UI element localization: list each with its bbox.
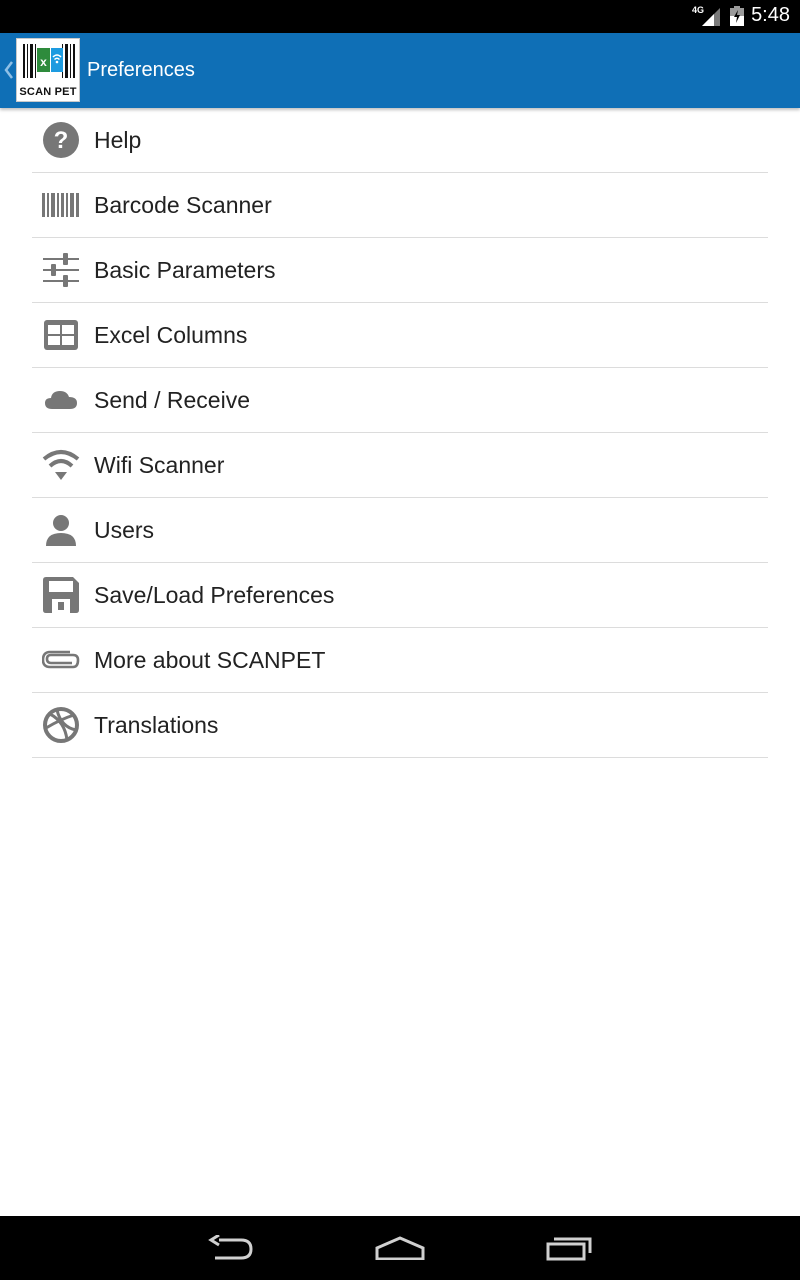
app-logo[interactable]: x SCAN PET	[16, 38, 80, 102]
battery-icon	[730, 6, 744, 26]
sliders-icon	[42, 252, 80, 288]
paperclip-icon	[42, 642, 80, 678]
cloud-icon	[42, 382, 80, 418]
page-title: Preferences	[87, 59, 195, 81]
back-icon[interactable]	[200, 1228, 260, 1268]
up-caret-icon[interactable]	[4, 59, 14, 81]
pref-item-label: Translations	[94, 712, 219, 738]
user-icon	[42, 512, 80, 548]
app-logo-text: SCAN PET	[19, 86, 77, 98]
pref-item-label: Send / Receive	[94, 387, 250, 413]
pref-item-label: Help	[94, 127, 142, 153]
app-logo-graphic: x	[23, 44, 75, 78]
pref-item-label: Save/Load Preferences	[94, 582, 335, 608]
wifi-icon	[42, 447, 80, 483]
pref-item-label: Basic Parameters	[94, 257, 276, 283]
pref-item-wifi-scanner[interactable]: Wifi Scanner	[32, 433, 768, 498]
pref-item-label: Barcode Scanner	[94, 192, 272, 218]
status-bar: 4G 5:48	[0, 0, 800, 33]
preferences-list: ? Help Barcode Scanner Basic Parameters …	[32, 108, 768, 758]
pref-item-basic-parameters[interactable]: Basic Parameters	[32, 238, 768, 303]
pref-item-help[interactable]: ? Help	[32, 108, 768, 173]
globe-ball-icon	[42, 707, 80, 743]
signal-icon	[702, 8, 720, 26]
pref-item-label: More about SCANPET	[94, 647, 326, 673]
pref-item-label: Wifi Scanner	[94, 452, 225, 478]
pref-item-users[interactable]: Users	[32, 498, 768, 563]
pref-item-excel-columns[interactable]: Excel Columns	[32, 303, 768, 368]
floppy-disk-icon	[42, 577, 80, 613]
pref-item-send-receive[interactable]: Send / Receive	[32, 368, 768, 433]
action-bar: x SCAN PET Preferences	[0, 33, 800, 108]
pref-item-barcode-scanner[interactable]: Barcode Scanner	[32, 173, 768, 238]
clock: 5:48	[751, 4, 790, 26]
svg-text:x: x	[40, 55, 47, 69]
home-icon[interactable]	[370, 1228, 430, 1268]
svg-text:?: ?	[54, 127, 69, 154]
table-icon	[42, 317, 80, 353]
navigation-bar	[0, 1216, 800, 1280]
pref-item-label: Excel Columns	[94, 322, 248, 348]
help-icon: ?	[42, 122, 80, 158]
pref-item-more-about[interactable]: More about SCANPET	[32, 628, 768, 693]
pref-item-translations[interactable]: Translations	[32, 693, 768, 758]
recents-icon[interactable]	[540, 1228, 600, 1268]
pref-item-label: Users	[94, 517, 155, 543]
pref-item-save-load-preferences[interactable]: Save/Load Preferences	[32, 563, 768, 628]
barcode-icon	[42, 187, 80, 223]
